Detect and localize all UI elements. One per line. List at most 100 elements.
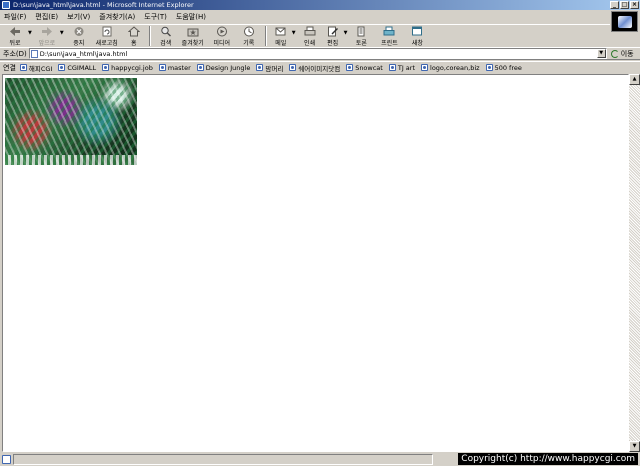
window-controls: _ □ × — [610, 1, 639, 9]
link-page-icon — [256, 64, 264, 71]
status-text-pane — [13, 453, 433, 465]
favorites-label: 즐겨찾기 — [181, 40, 204, 47]
back-arrow-icon — [10, 27, 20, 36]
search-button[interactable]: 검색 — [154, 25, 178, 48]
back-label: 뒤로 — [9, 40, 21, 47]
link-page-icon — [485, 64, 493, 71]
new-window-icon — [412, 26, 423, 36]
address-input[interactable] — [39, 49, 600, 58]
mail-dropdown-icon[interactable]: ▼ — [292, 30, 296, 36]
link-text: Design Jungle — [205, 63, 251, 72]
mail-button[interactable]: 메일 — [270, 25, 292, 48]
forward-button[interactable]: 앞으로 — [34, 25, 60, 48]
standard-toolbar: 뒤로 ▼ 앞으로 ▼ 중지 새로고침 홈 검색 즐겨찾기 미디어 기록 메일 ▼ — [0, 24, 610, 47]
print2-label: 프린트 — [381, 40, 398, 47]
menu-help[interactable]: 도움말(H) — [176, 12, 206, 22]
home-button[interactable]: 홈 — [122, 25, 146, 48]
favorites-button[interactable]: 즐겨찾기 — [178, 25, 208, 48]
link-page-icon — [19, 64, 27, 71]
back-dropdown-icon[interactable]: ▼ — [28, 30, 32, 36]
toolbar-separator — [264, 26, 267, 46]
toolbar-separator — [148, 26, 151, 46]
menu-favorites[interactable]: 즐겨찾기(A) — [99, 12, 135, 22]
link-page-icon — [102, 64, 110, 71]
link-text: happycgi.job — [111, 63, 153, 72]
mail-icon — [275, 27, 286, 36]
forward-dropdown-icon[interactable]: ▼ — [60, 30, 64, 36]
menu-view[interactable]: 보기(V) — [67, 12, 90, 22]
search-icon — [161, 26, 171, 37]
link-text: 쉐어이미지닷컴 — [298, 64, 341, 73]
address-bar: 주소(D) ▼ 이동 — [0, 47, 640, 60]
link-item[interactable]: TJ art — [388, 63, 416, 72]
link-item[interactable]: 해피CGI — [19, 63, 52, 73]
link-item[interactable]: master — [158, 63, 191, 72]
back-button[interactable]: 뒤로 — [2, 25, 28, 48]
link-page-icon — [158, 64, 166, 71]
maximize-button[interactable]: □ — [620, 1, 629, 9]
link-page-icon — [196, 64, 204, 71]
print-label: 인쇄 — [304, 40, 316, 47]
media-label: 미디어 — [213, 40, 230, 47]
link-item[interactable]: logo,corean,biz — [421, 64, 480, 72]
home-label: 홈 — [130, 40, 137, 47]
history-label: 기록 — [243, 40, 255, 47]
status-bar: Copyright(c) http://www.happycgi.com — [0, 452, 640, 466]
close-button[interactable]: × — [630, 1, 639, 9]
search-label: 검색 — [160, 40, 172, 47]
window-title: D:\sun\java_html\java.html - Microsoft I… — [13, 1, 194, 9]
address-label: 주소(D) — [3, 49, 27, 58]
link-item[interactable]: happycgi.job — [102, 64, 153, 72]
new-window-button[interactable]: 새창 — [405, 25, 429, 48]
history-icon — [243, 26, 254, 37]
copyright-text: Copyright(c) http://www.happycgi.com — [458, 453, 638, 465]
scroll-up-icon[interactable]: ▲ — [629, 74, 640, 85]
mail-label: 메일 — [275, 40, 287, 47]
link-text: 500 free — [494, 63, 522, 72]
link-text: CGIMALL — [67, 63, 97, 72]
link-item[interactable]: 쉐어이미지닷컴 — [289, 63, 340, 73]
refresh-button[interactable]: 새로고침 — [92, 25, 122, 48]
print-button[interactable]: 인쇄 — [298, 25, 322, 48]
media-button[interactable]: 미디어 — [208, 25, 236, 48]
menu-bar: 파일(F) 편집(E) 보기(V) 즐겨찾기(A) 도구(T) 도움말(H) — [0, 10, 600, 24]
stop-button[interactable]: 중지 — [66, 25, 92, 48]
link-text: master — [167, 63, 191, 72]
menu-tools[interactable]: 도구(T) — [144, 12, 167, 22]
link-page-icon — [58, 64, 66, 71]
minimize-button[interactable]: _ — [610, 1, 619, 9]
edit-icon — [327, 26, 338, 37]
link-item[interactable]: 500 free — [485, 63, 522, 72]
link-text: TJ art — [397, 63, 416, 72]
address-field[interactable]: ▼ — [28, 48, 607, 59]
link-item[interactable]: Design Jungle — [196, 63, 251, 72]
scroll-down-icon[interactable]: ▼ — [629, 441, 640, 452]
forward-arrow-icon — [41, 27, 52, 36]
go-button[interactable]: 이동 — [610, 49, 634, 59]
menu-edit[interactable]: 편집(E) — [35, 12, 58, 22]
link-item[interactable]: 맘머리 — [256, 63, 283, 73]
link-item[interactable]: CGIMALL — [58, 64, 96, 72]
edit-label: 편집 — [327, 40, 339, 47]
discuss-label: 토론 — [355, 40, 367, 47]
print2-button[interactable]: 프린트 — [373, 25, 405, 48]
edit-dropdown-icon[interactable]: ▼ — [344, 30, 348, 36]
media-icon — [216, 26, 227, 37]
stop-icon — [74, 27, 84, 36]
links-bar: 연결 해피CGI CGIMALL happycgi.job master Des… — [0, 61, 640, 73]
discuss-icon — [357, 26, 365, 37]
forward-label: 앞으로 — [38, 40, 56, 47]
address-dropdown-icon[interactable]: ▼ — [596, 49, 606, 58]
page-content — [2, 74, 629, 452]
home-icon — [127, 26, 140, 37]
vertical-scrollbar[interactable]: ▲ ▼ — [629, 74, 640, 452]
go-label: 이동 — [620, 49, 634, 58]
printer-icon — [304, 26, 316, 36]
history-button[interactable]: 기록 — [236, 25, 262, 48]
edit-button[interactable]: 편집 — [322, 25, 344, 48]
ie-logo — [611, 11, 638, 32]
discuss-button[interactable]: 토론 — [349, 25, 373, 48]
menu-file[interactable]: 파일(F) — [4, 12, 26, 22]
links-label: 연결 — [3, 63, 16, 72]
link-item[interactable]: Snowcat — [346, 64, 383, 72]
